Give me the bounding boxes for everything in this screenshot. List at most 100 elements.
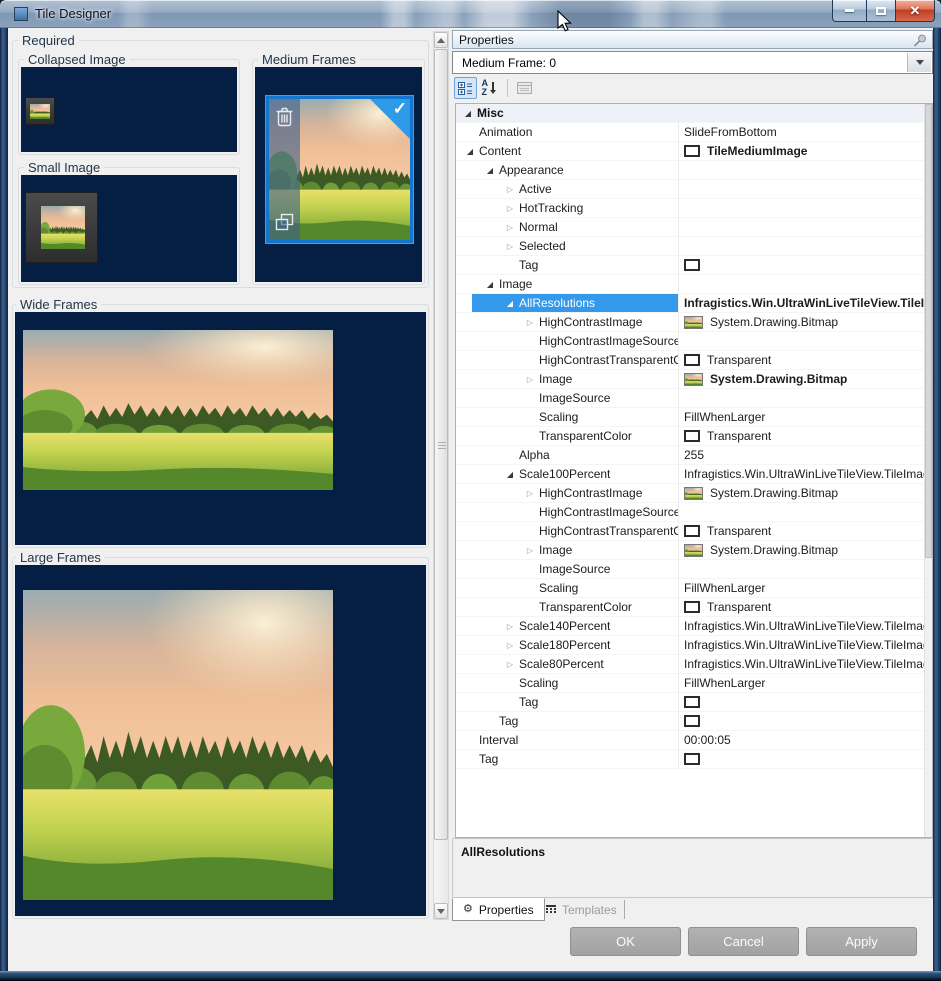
expand-glyph[interactable]: ▷ — [524, 545, 536, 556]
expand-glyph[interactable]: ▷ — [504, 222, 516, 233]
categorized-button[interactable] — [454, 77, 477, 99]
property-name-cell[interactable]: ▷Image — [456, 541, 678, 559]
maximize-button[interactable] — [866, 0, 896, 22]
property-name-cell[interactable]: TransparentColor — [456, 427, 678, 445]
property-name-cell[interactable]: ◢Content — [456, 142, 678, 160]
apply-button[interactable]: Apply — [806, 927, 917, 956]
property-name-cell[interactable]: Tag — [456, 712, 678, 730]
property-name-cell[interactable]: Scaling — [456, 408, 678, 426]
collapse-glyph[interactable]: ◢ — [484, 279, 496, 290]
property-name-cell[interactable]: HighContrastImageSource — [456, 503, 678, 521]
grid-row[interactable]: ◢Appearance — [456, 161, 924, 180]
grid-row[interactable]: Tag — [456, 693, 924, 712]
grid-row[interactable]: AnimationSlideFromBottom — [456, 123, 924, 142]
property-name-cell[interactable]: ▷Scale180Percent — [456, 636, 678, 654]
property-name-cell[interactable]: ◢Misc — [456, 104, 678, 122]
property-value-cell[interactable]: FillWhenLarger — [678, 674, 924, 692]
grid-row[interactable]: ScalingFillWhenLarger — [456, 408, 924, 427]
expand-glyph[interactable]: ▷ — [504, 640, 516, 651]
property-value-cell[interactable] — [678, 161, 924, 179]
property-value-cell[interactable]: Infragistics.Win.UltraWinLiveTileView.Ti… — [678, 655, 924, 673]
property-value-cell[interactable] — [678, 218, 924, 236]
expand-glyph[interactable]: ▷ — [524, 374, 536, 385]
property-value-cell[interactable] — [678, 180, 924, 198]
expand-glyph[interactable]: ▷ — [504, 659, 516, 670]
property-value-cell[interactable] — [678, 750, 924, 768]
property-value-cell[interactable]: Transparent — [678, 598, 924, 616]
designer-scrollbar[interactable] — [433, 31, 449, 920]
frame-selector-dropdown-button[interactable] — [907, 53, 931, 72]
property-name-cell[interactable]: Alpha — [456, 446, 678, 464]
title-bar[interactable]: Tile Designer — [0, 0, 941, 28]
property-value-cell[interactable]: Infragistics.Win.UltraWinLiveTileView.Ti… — [678, 465, 924, 483]
property-value-cell[interactable]: FillWhenLarger — [678, 579, 924, 597]
property-name-cell[interactable]: ◢Scale100Percent — [456, 465, 678, 483]
grid-row[interactable]: ▷Scale180PercentInfragistics.Win.UltraWi… — [456, 636, 924, 655]
property-value-cell[interactable]: Transparent — [678, 427, 924, 445]
property-value-cell[interactable]: FillWhenLarger — [678, 408, 924, 426]
property-value-cell[interactable] — [678, 332, 924, 350]
property-name-cell[interactable]: ▷Scale140Percent — [456, 617, 678, 635]
grid-row[interactable]: HighContrastTransparentColorTransparent — [456, 351, 924, 370]
property-name-cell[interactable]: TransparentColor — [456, 598, 678, 616]
small-image-thumbnail[interactable] — [25, 192, 98, 263]
grid-scrollbar[interactable] — [924, 104, 932, 837]
grid-row[interactable]: ▷Normal — [456, 218, 924, 237]
collapse-glyph[interactable]: ◢ — [484, 165, 496, 176]
property-name-cell[interactable]: ▷Scale80Percent — [456, 655, 678, 673]
property-value-cell[interactable]: System.Drawing.Bitmap — [678, 313, 924, 331]
property-name-cell[interactable]: ImageSource — [456, 560, 678, 578]
property-name-cell[interactable]: ImageSource — [456, 389, 678, 407]
property-value-cell[interactable]: Infragistics.Win.UltraWinLiveTileView.Ti… — [678, 617, 924, 635]
property-value-cell[interactable] — [678, 199, 924, 217]
property-value-cell[interactable]: Infragistics.Win.UltraWinLiveTileView.Ti… — [678, 294, 924, 312]
grid-row[interactable]: Tag — [456, 750, 924, 769]
property-value-cell[interactable] — [678, 389, 924, 407]
grid-row[interactable]: HighContrastImageSource — [456, 503, 924, 522]
property-pages-button[interactable] — [513, 77, 536, 99]
property-name-cell[interactable]: HighContrastTransparentColor — [456, 351, 678, 369]
wide-frame-image[interactable] — [23, 330, 333, 490]
grid-row[interactable]: ◢Misc — [456, 104, 924, 123]
property-name-cell[interactable]: ▷HighContrastImage — [456, 313, 678, 331]
property-value-cell[interactable]: System.Drawing.Bitmap — [678, 370, 924, 388]
property-value-cell[interactable]: 255 — [678, 446, 924, 464]
property-name-cell[interactable]: Interval — [456, 731, 678, 749]
grid-row[interactable]: ◢Scale100PercentInfragistics.Win.UltraWi… — [456, 465, 924, 484]
collapse-glyph[interactable]: ◢ — [464, 146, 476, 157]
value-checkbox[interactable] — [684, 525, 700, 537]
collapsed-image-thumbnail[interactable] — [25, 97, 55, 125]
property-name-cell[interactable]: ◢AllResolutions — [456, 294, 678, 312]
value-checkbox[interactable] — [684, 354, 700, 366]
value-checkbox[interactable] — [684, 145, 700, 157]
property-name-cell[interactable]: ◢Appearance — [456, 161, 678, 179]
scrollbar-thumb[interactable] — [434, 49, 448, 840]
property-value-cell[interactable] — [678, 237, 924, 255]
grid-row[interactable]: ScalingFillWhenLarger — [456, 579, 924, 598]
value-checkbox[interactable] — [684, 259, 700, 271]
property-value-cell[interactable] — [678, 275, 924, 293]
property-value-cell[interactable]: Transparent — [678, 522, 924, 540]
cancel-button[interactable]: Cancel — [688, 927, 799, 956]
expand-glyph[interactable]: ▷ — [524, 488, 536, 499]
property-value-cell[interactable]: Infragistics.Win.UltraWinLiveTileView.Ti… — [678, 636, 924, 654]
grid-row[interactable]: ◢Image — [456, 275, 924, 294]
grid-row[interactable]: ▷HotTracking — [456, 199, 924, 218]
grid-row[interactable]: HighContrastTransparentColorTransparent — [456, 522, 924, 541]
value-checkbox[interactable] — [684, 430, 700, 442]
grid-row[interactable]: ▷Image System.Drawing.Bitmap — [456, 370, 924, 389]
expand-glyph[interactable]: ▷ — [504, 203, 516, 214]
property-name-cell[interactable]: Tag — [456, 256, 678, 274]
property-name-cell[interactable]: ▷Image — [456, 370, 678, 388]
grid-row[interactable]: ▷Selected — [456, 237, 924, 256]
grid-row[interactable]: ▷Active — [456, 180, 924, 199]
property-name-cell[interactable]: Scaling — [456, 579, 678, 597]
expand-glyph[interactable]: ▷ — [504, 184, 516, 195]
property-name-cell[interactable]: ▷HighContrastImage — [456, 484, 678, 502]
minimize-button[interactable] — [832, 0, 866, 22]
scroll-down-button[interactable] — [434, 903, 448, 919]
property-value-cell[interactable] — [678, 712, 924, 730]
property-value-cell[interactable]: System.Drawing.Bitmap — [678, 484, 924, 502]
grid-row[interactable]: HighContrastImageSource — [456, 332, 924, 351]
grid-row[interactable]: ▷Scale140PercentInfragistics.Win.UltraWi… — [456, 617, 924, 636]
